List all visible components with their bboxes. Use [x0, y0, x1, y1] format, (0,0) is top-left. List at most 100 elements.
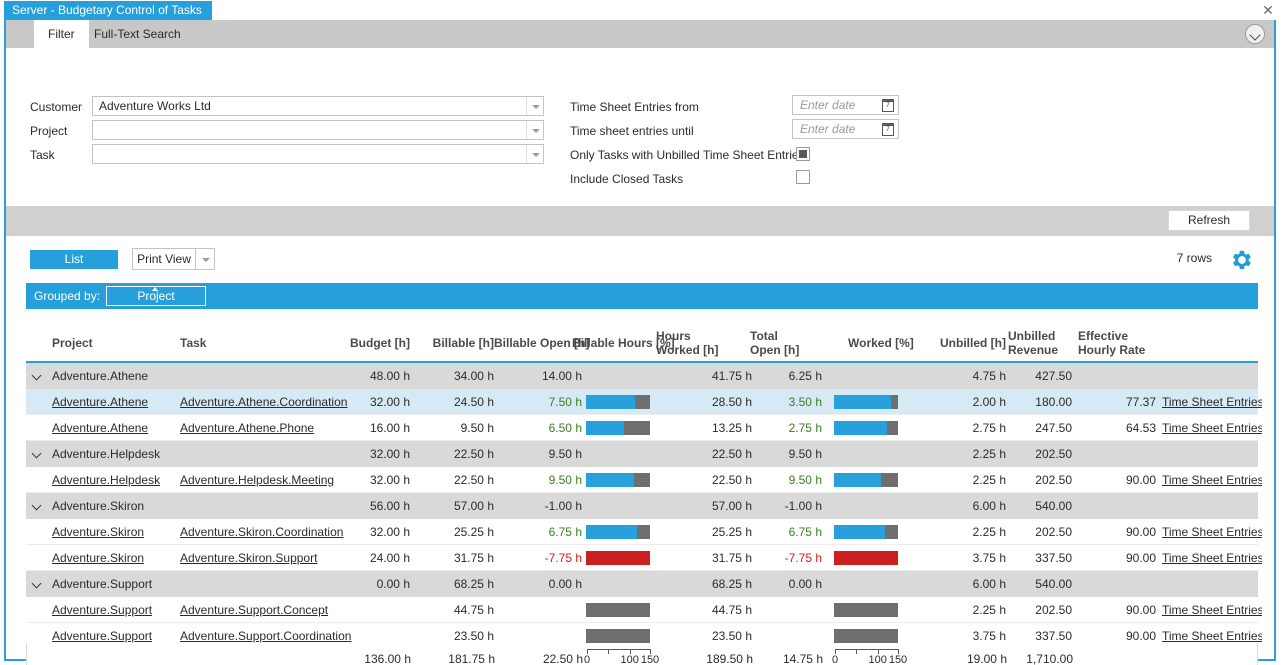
column-header-line: Hours — [656, 329, 691, 343]
bar-segment-remaining — [586, 603, 650, 617]
footer-billable-open-total: 22.50 h — [542, 652, 583, 665]
bar-segment-remaining — [635, 395, 650, 409]
cell-project[interactable]: Adventure.Helpdesk — [52, 467, 192, 493]
cell-billable: 44.75 h — [453, 603, 494, 617]
cell-budget: 32.00 h — [369, 447, 410, 461]
axis-tick-label: 0 — [831, 654, 839, 665]
billable-hours-bar — [586, 473, 650, 487]
time-sheet-entries-link[interactable]: Time Sheet Entries — [1162, 597, 1262, 623]
cell-unbilled-revenue: 247.50 — [1035, 421, 1072, 435]
task-combobox[interactable] — [92, 144, 544, 164]
cell-hours-worked: 22.50 h — [711, 473, 752, 487]
entries-from-input[interactable]: Enter date — [792, 95, 899, 115]
entries-until-input[interactable]: Enter date — [792, 119, 899, 139]
chevron-down-icon[interactable] — [32, 579, 42, 589]
gear-icon[interactable] — [1228, 247, 1254, 273]
group-row[interactable]: Adventure.Skiron 56.00 h 57.00 h -1.00 h 57.… — [26, 493, 1258, 519]
list-button[interactable]: List — [30, 250, 118, 269]
tab-full-text-search[interactable]: Full-Text Search — [80, 20, 195, 48]
unbilled-only-checkbox[interactable] — [796, 147, 810, 161]
group-chip-project[interactable]: Project — [106, 286, 206, 306]
worked-percent-bar — [834, 473, 898, 487]
chevron-down-icon[interactable] — [526, 145, 543, 163]
table-row[interactable]: Adventure.Skiron Adventure.Skiron.Support… — [26, 545, 1262, 571]
cell-project[interactable]: Adventure.Skiron — [52, 545, 192, 571]
include-closed-checkbox[interactable] — [796, 170, 810, 184]
bar-segment-billable — [586, 395, 635, 409]
worked-percent-bar — [834, 525, 898, 539]
cell-task[interactable]: Adventure.Support.Concept — [180, 597, 380, 623]
cell-effective-hourly-rate: 90.00 — [1125, 603, 1156, 617]
cell-effective-hourly-rate: 90.00 — [1125, 525, 1156, 539]
column-header-project[interactable]: Project — [52, 336, 93, 350]
entries-until-placeholder: Enter date — [800, 122, 856, 136]
table-row[interactable]: Adventure.Support Adventure.Support.Conce… — [26, 597, 1262, 623]
cell-billable-open: 0.00 h — [548, 577, 582, 591]
unbilled-only-label: Only Tasks with Unbilled Time Sheet Entr… — [570, 148, 805, 162]
time-sheet-entries-link[interactable]: Time Sheet Entries — [1162, 415, 1262, 441]
chevron-down-icon[interactable] — [526, 97, 543, 115]
chevron-down-icon[interactable] — [32, 371, 42, 381]
time-sheet-entries-link[interactable]: Time Sheet Entries — [1162, 519, 1262, 545]
column-header-budget[interactable]: Budget [h] — [326, 336, 410, 350]
axis-tick-label: 150 — [888, 654, 908, 665]
time-sheet-entries-link[interactable]: Time Sheet Entries — [1162, 467, 1262, 493]
grid-footer-totals: 136.00 h 181.75 h 22.50 h 189.50 h 14.75 h 19… — [26, 643, 1258, 665]
row-count-label: 7 rows — [1176, 251, 1212, 265]
column-header-hworked[interactable]: Hours Worked [h] — [656, 329, 718, 357]
window-tab-title[interactable]: Server - Budgetary Control of Tasks — [4, 1, 212, 20]
table-row[interactable]: Adventure.Helpdesk Adventure.Helpdesk.Mee… — [26, 467, 1262, 493]
print-view-button[interactable]: Print View — [132, 248, 196, 270]
main-panel: Filter Full-Text Search Customer Adventu… — [4, 20, 1276, 665]
table-row[interactable]: Adventure.Athene Adventure.Athene.Coordin… — [26, 389, 1262, 415]
cell-hours-worked: 28.50 h — [711, 395, 752, 409]
cell-project[interactable]: Adventure.Skiron — [52, 519, 192, 545]
column-header-line: Billable [h] — [432, 336, 494, 350]
column-header-topen[interactable]: Total Open [h] — [750, 329, 799, 357]
time-sheet-entries-link[interactable]: Time Sheet Entries — [1162, 545, 1262, 571]
group-row[interactable]: Adventure.Athene 48.00 h 34.00 h 14.00 h 41.… — [26, 363, 1258, 389]
column-header-unbilled[interactable]: Unbilled [h] — [926, 336, 1006, 350]
cell-billable-open: 9.50 h — [548, 473, 582, 487]
customer-combobox[interactable]: Adventure Works Ltd — [92, 96, 544, 116]
cell-project[interactable]: Adventure.Athene — [52, 389, 192, 415]
column-header-task[interactable]: Task — [180, 336, 206, 350]
cell-total-open: 3.50 h — [788, 395, 822, 409]
column-header-line: Project — [52, 336, 93, 350]
table-row[interactable]: Adventure.Skiron Adventure.Skiron.Coordin… — [26, 519, 1262, 545]
column-header-line: Unbilled — [1008, 329, 1056, 343]
cell-project[interactable]: Adventure.Support — [52, 597, 192, 623]
refresh-button[interactable]: Refresh — [1168, 210, 1250, 231]
grouped-by-label: Grouped by: — [34, 289, 101, 303]
calendar-icon[interactable] — [882, 99, 894, 112]
column-header-urev[interactable]: Unbilled Revenue — [1008, 329, 1058, 357]
cell-project[interactable]: Adventure.Athene — [52, 415, 192, 441]
chevron-down-icon[interactable] — [526, 121, 543, 139]
cell-budget: 32.00 h — [369, 395, 410, 409]
cell-billable: 68.25 h — [453, 577, 494, 591]
project-combobox[interactable] — [92, 120, 544, 140]
calendar-icon[interactable] — [882, 123, 894, 136]
cell-hours-worked: 68.25 h — [711, 577, 752, 591]
entries-from-label: Time Sheet Entries from — [570, 100, 699, 114]
column-header-bopen[interactable]: Billable Open [h] — [494, 336, 589, 350]
cell-unbilled-revenue: 202.50 — [1035, 447, 1072, 461]
chevron-down-icon[interactable] — [196, 248, 215, 270]
chevron-down-circle-icon[interactable] — [1245, 24, 1265, 44]
chevron-down-icon[interactable] — [32, 501, 42, 511]
column-header-line: Revenue — [1008, 343, 1059, 357]
column-header-billable[interactable]: Billable [h] — [414, 336, 494, 350]
column-header-wpct[interactable]: Worked [%] — [848, 336, 914, 350]
billable-hours-bar — [586, 603, 650, 617]
bar-segment-billable — [834, 525, 885, 539]
group-row[interactable]: Adventure.Support 0.00 h 68.25 h 0.00 h 68.2… — [26, 571, 1258, 597]
chevron-down-icon[interactable] — [32, 449, 42, 459]
time-sheet-entries-link[interactable]: Time Sheet Entries — [1162, 389, 1262, 415]
cell-total-open: 6.75 h — [788, 525, 822, 539]
table-row[interactable]: Adventure.Athene Adventure.Athene.Phone 16… — [26, 415, 1262, 441]
bar-segment-billable — [586, 421, 624, 435]
column-header-erate[interactable]: Effective Hourly Rate — [1078, 329, 1145, 357]
group-row[interactable]: Adventure.Helpdesk 32.00 h 22.50 h 9.50 h 22… — [26, 441, 1258, 467]
close-icon[interactable]: ✕ — [1258, 2, 1278, 18]
group-project-name: Adventure.Support — [52, 577, 153, 591]
